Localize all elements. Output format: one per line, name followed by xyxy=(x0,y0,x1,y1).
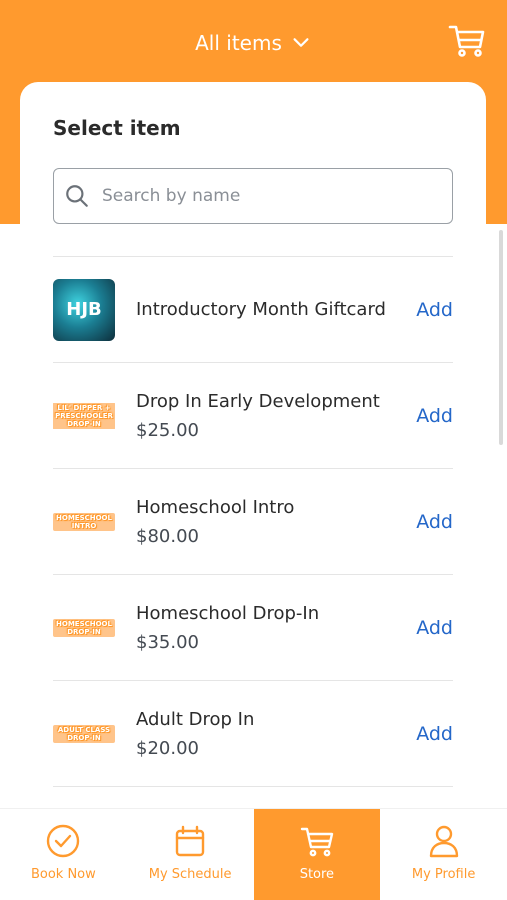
add-button[interactable]: Add xyxy=(416,299,453,321)
search-icon xyxy=(66,185,88,207)
item-thumbnail: ADULT CLASS DROP-IN xyxy=(53,702,115,765)
add-button[interactable]: Add xyxy=(416,617,453,639)
add-button[interactable]: Add xyxy=(416,511,453,533)
calendar-icon xyxy=(175,825,205,857)
list-item: HOMESCHOOL DROP-IN Homeschool Drop-In $3… xyxy=(53,575,453,681)
tab-label: My Profile xyxy=(411,867,476,882)
list-item: LIL' DIPPER + PRESCHOOLER DROP-IN Drop I… xyxy=(53,363,453,469)
check-circle-icon xyxy=(47,824,80,858)
add-button[interactable]: Add xyxy=(416,405,453,427)
item-thumbnail: LIL' DIPPER + PRESCHOOLER DROP-IN xyxy=(53,384,115,447)
list-item: HOMESCHOOL INTRO Homeschool Intro $80.00… xyxy=(53,469,453,575)
card-title: Select item xyxy=(53,116,181,140)
tab-label: My Schedule xyxy=(148,867,232,882)
tab-label: Store xyxy=(299,867,335,882)
tab-my-profile[interactable]: My Profile xyxy=(380,809,507,900)
item-list: HJB Introductory Month Giftcard Add LIL'… xyxy=(53,256,453,787)
scrollbar[interactable] xyxy=(499,230,503,445)
list-item: HJB Introductory Month Giftcard Add xyxy=(53,257,453,363)
item-price: $80.00 xyxy=(136,525,199,547)
item-thumbnail: HOMESCHOOL DROP-IN xyxy=(53,596,115,659)
item-name: Introductory Month Giftcard xyxy=(136,299,386,320)
tab-my-schedule[interactable]: My Schedule xyxy=(127,809,254,900)
item-thumbnail-logo: HJB xyxy=(66,299,102,320)
chevron-down-icon xyxy=(293,38,309,47)
user-icon xyxy=(429,825,458,858)
search-box[interactable] xyxy=(53,168,453,224)
item-thumbnail: HJB xyxy=(53,278,115,341)
tab-store[interactable]: Store xyxy=(253,809,381,900)
search-input[interactable] xyxy=(102,186,422,206)
tab-book-now[interactable]: Book Now xyxy=(0,809,127,900)
tab-label: Book Now xyxy=(30,867,96,882)
item-price: $20.00 xyxy=(136,737,199,759)
item-name: Drop In Early Development xyxy=(136,390,380,412)
cart-icon xyxy=(300,827,334,857)
select-item-card: Select item HJB Introductory Month Giftc… xyxy=(20,82,486,842)
item-name: Adult Drop In xyxy=(136,708,255,730)
item-thumbnail-logo: HOMESCHOOL INTRO xyxy=(53,512,115,531)
item-name: Homeschool Drop-In xyxy=(136,602,320,624)
bottom-tab-bar: Book Now My Schedule Store My Profile xyxy=(0,808,507,900)
item-thumbnail-logo: LIL' DIPPER + PRESCHOOLER DROP-IN xyxy=(53,402,115,429)
item-price: $35.00 xyxy=(136,631,199,653)
item-price: $25.00 xyxy=(136,419,199,441)
item-thumbnail-logo: ADULT CLASS DROP-IN xyxy=(53,724,115,743)
item-thumbnail: HOMESCHOOL INTRO xyxy=(53,490,115,553)
item-thumbnail-logo: HOMESCHOOL DROP-IN xyxy=(53,618,115,637)
item-name: Homeschool Intro xyxy=(136,496,295,518)
category-dropdown-label: All items xyxy=(195,31,282,55)
category-dropdown[interactable]: All items xyxy=(0,26,507,60)
add-button[interactable]: Add xyxy=(416,723,453,745)
cart-icon[interactable] xyxy=(447,20,487,60)
list-item: ADULT CLASS DROP-IN Adult Drop In $20.00… xyxy=(53,681,453,787)
